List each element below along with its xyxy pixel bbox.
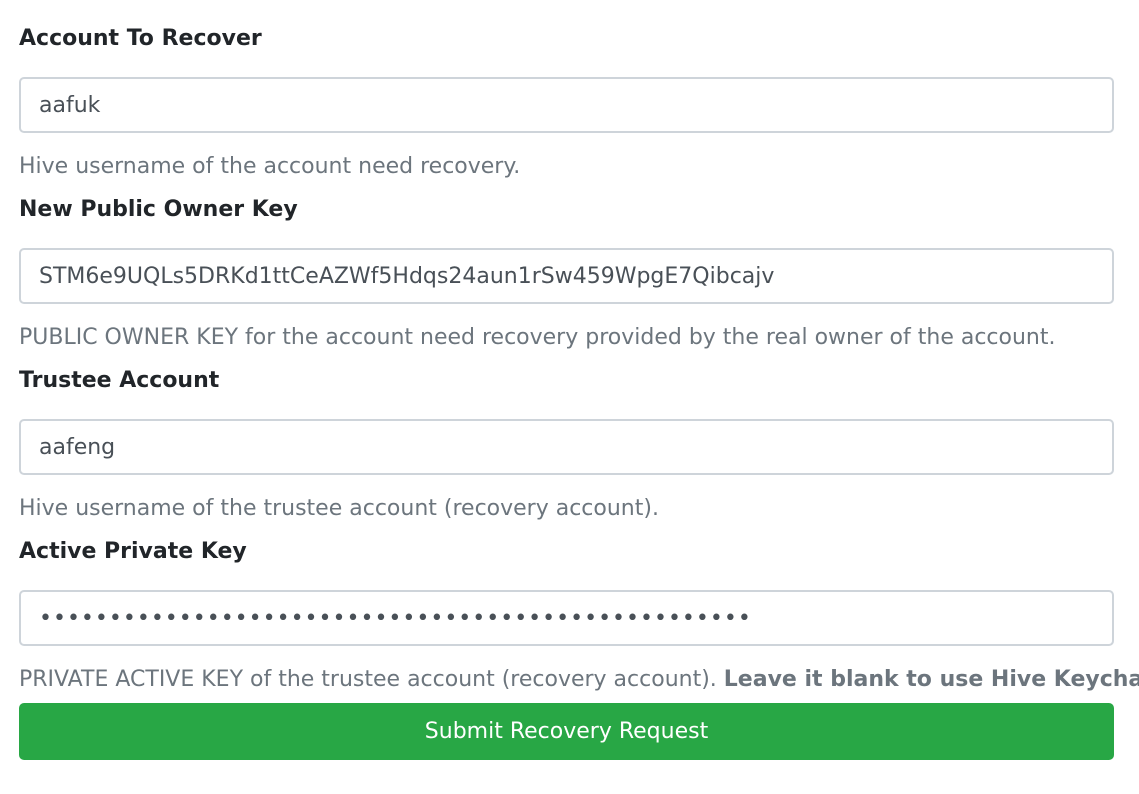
new-public-owner-key-help: PUBLIC OWNER KEY for the account need re… [19, 325, 1056, 350]
recovery-form: Account To Recover Hive username of the … [0, 0, 1139, 794]
active-private-key-help: PRIVATE ACTIVE KEY of the trustee accoun… [19, 665, 1139, 695]
keychain-hint: Leave it blank to use Hive Keychain. [723, 667, 1139, 692]
new-public-owner-key-input[interactable] [19, 248, 1114, 304]
submit-recovery-button[interactable]: Submit Recovery Request [19, 703, 1114, 760]
active-private-key-label: Active Private Key [19, 539, 247, 564]
new-public-owner-key-label: New Public Owner Key [19, 197, 298, 222]
account-to-recover-input[interactable] [19, 77, 1114, 133]
active-private-key-input[interactable] [19, 590, 1114, 646]
trustee-account-input[interactable] [19, 419, 1114, 475]
account-to-recover-label: Account To Recover [19, 26, 262, 51]
trustee-account-label: Trustee Account [19, 368, 220, 393]
account-to-recover-help: Hive username of the account need recove… [19, 154, 521, 179]
active-private-key-help-text: PRIVATE ACTIVE KEY of the trustee accoun… [19, 667, 724, 692]
trustee-account-help: Hive username of the trustee account (re… [19, 496, 659, 521]
